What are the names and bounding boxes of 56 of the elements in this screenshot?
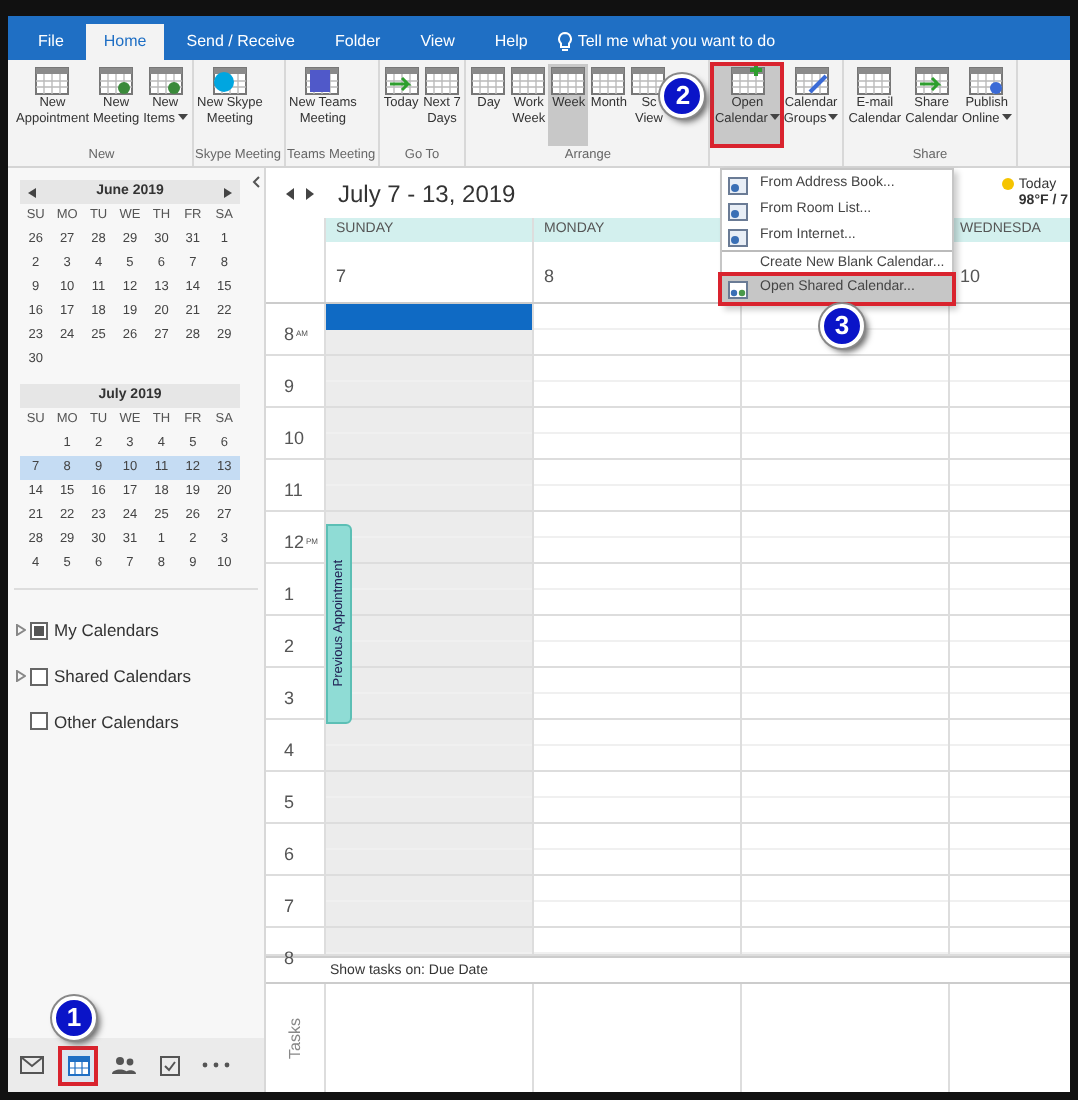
hour-label: 10 — [284, 428, 305, 448]
date-range-title: July 7 - 13, 2019 — [338, 177, 516, 211]
hour-label: 3 — [284, 688, 295, 708]
calendar-group-label[interactable]: Other Calendars — [54, 709, 179, 735]
calendar-icon — [728, 175, 748, 195]
caret-icon — [1001, 114, 1012, 123]
shared-calendar-icon — [728, 279, 748, 299]
ribbon-tab[interactable]: File — [20, 24, 82, 60]
day-date: 7 — [336, 266, 347, 286]
ribbon-tab[interactable]: Help — [476, 24, 546, 60]
hour-label: 11 — [284, 480, 303, 500]
ribbon-tab[interactable]: Folder — [317, 24, 399, 60]
lightbulb-icon — [557, 32, 572, 52]
navigation-item[interactable] — [58, 1045, 98, 1085]
caret-icon — [769, 114, 780, 123]
day-date: 10 — [960, 266, 981, 286]
calendar-icon — [728, 201, 748, 221]
open-calendar-icon — [729, 64, 766, 96]
tasks-icon — [160, 1054, 180, 1076]
hour-label: 7 — [284, 896, 295, 916]
calendar-icon — [728, 227, 748, 247]
tasks-label: Tasks — [283, 1017, 305, 1059]
people-icon — [112, 1056, 136, 1074]
next-week-icon[interactable] — [306, 187, 314, 199]
hour-label: 9 — [284, 376, 295, 396]
checkbox[interactable] — [30, 667, 48, 686]
ribbon-tab[interactable]: Home — [85, 24, 165, 60]
step-number-badge: 2 — [660, 74, 705, 118]
day-date: 8 — [544, 266, 555, 286]
collapse-icon[interactable] — [252, 176, 260, 188]
more-icon — [202, 1062, 230, 1068]
calendar-group-label[interactable]: My Calendars — [54, 618, 159, 644]
caret-icon — [828, 114, 839, 123]
calendar-icon — [67, 1055, 89, 1075]
ribbon-tab[interactable]: Send / Receive — [168, 24, 313, 60]
tell-me-search-text[interactable]: Tell me what you want to do — [577, 30, 776, 54]
hour-label: 8 — [284, 948, 295, 968]
weather-icon — [1002, 177, 1015, 189]
next-month-icon[interactable] — [223, 187, 232, 197]
expand-icon[interactable] — [16, 670, 26, 683]
checkbox[interactable] — [30, 712, 48, 731]
mail-icon — [20, 1056, 44, 1074]
hour-label: 2 — [284, 636, 295, 656]
hour-label: 4 — [284, 740, 295, 760]
previous-month-icon[interactable] — [28, 187, 36, 197]
checkbox[interactable] — [30, 621, 48, 640]
step-number-badge: 1 — [52, 996, 96, 1040]
hour-label: 1 — [284, 584, 295, 604]
calendar-group-label[interactable]: Shared Calendars — [54, 663, 192, 689]
ribbon-tab[interactable]: View — [402, 24, 473, 60]
hour-label: 6 — [284, 844, 295, 864]
expand-icon[interactable] — [16, 624, 26, 637]
hour-label: 5 — [284, 792, 295, 812]
previous-week-icon[interactable] — [286, 187, 294, 199]
caret-icon — [177, 114, 188, 123]
step-number-badge: 3 — [820, 304, 864, 348]
